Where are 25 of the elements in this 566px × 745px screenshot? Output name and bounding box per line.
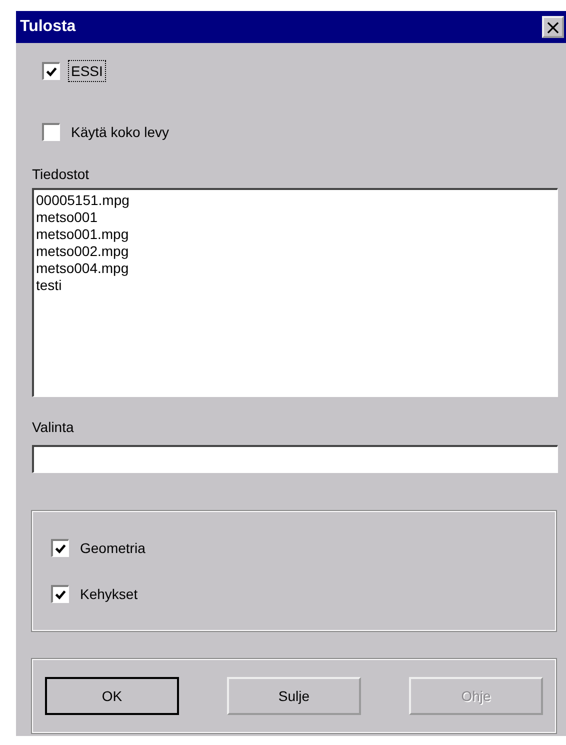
checkbox[interactable] — [51, 585, 69, 603]
check-icon — [54, 588, 67, 601]
checkbox-label[interactable]: Geometria — [77, 537, 148, 559]
list-item[interactable]: metso001.mpg — [36, 226, 555, 243]
field-label: Valinta — [32, 419, 75, 437]
list-item[interactable]: 00005151.mpg — [36, 192, 555, 209]
list-label: Tiedostot — [32, 166, 90, 184]
check-icon — [54, 542, 67, 555]
list-item[interactable]: metso002.mpg — [36, 243, 555, 260]
checkbox[interactable] — [51, 539, 69, 557]
checkbox[interactable] — [42, 62, 60, 80]
dialog-button[interactable]: OK — [45, 677, 179, 715]
check-icon — [45, 65, 58, 78]
list-item[interactable]: metso004.mpg — [36, 260, 555, 277]
input-field[interactable] — [32, 445, 558, 473]
list-item[interactable]: metso001 — [36, 209, 555, 226]
checkbox-label[interactable]: Käytä koko levy — [68, 121, 172, 143]
checkbox[interactable] — [42, 123, 60, 141]
checkbox-label[interactable]: ESSI — [68, 60, 106, 82]
file-list[interactable]: 00005151.mpg metso001 metso001.mpg metso002.mpg metso004.mpg testi — [32, 188, 558, 397]
close-button[interactable]: × — [542, 16, 564, 38]
dialog-button[interactable]: Sulje — [227, 677, 361, 715]
window-title: Tulosta — [20, 18, 76, 36]
list-item[interactable]: testi — [36, 277, 555, 294]
checkbox-label[interactable]: Kehykset — [77, 583, 141, 605]
